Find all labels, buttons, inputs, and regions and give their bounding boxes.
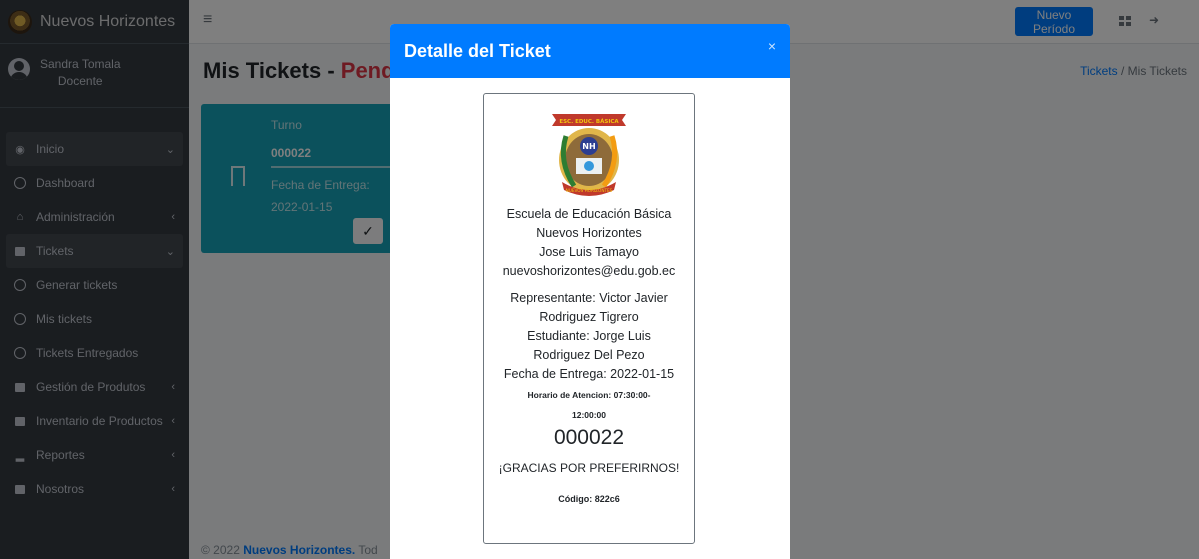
representante-line2: Rodriguez Tigrero (539, 310, 639, 324)
director-name: Jose Luis Tamayo (539, 245, 639, 259)
modal-title: Detalle del Ticket (404, 40, 551, 61)
logo-text-bottom: NUEVOS HORIZONTES (566, 188, 613, 193)
ticket-turno-number: 000022 (553, 426, 625, 449)
fecha-entrega: Fecha de Entrega: 2022-01-15 (503, 367, 675, 381)
ticket-receipt: ESC. EDUC. BÁSICA NH NUEVOS HORIZONTES E… (483, 93, 695, 544)
horario-line2: 12:00:00 (571, 410, 607, 420)
ticket-code: Código: 822c6 (558, 494, 620, 504)
logo-text-top: ESC. EDUC. BÁSICA (559, 118, 619, 125)
school-name-line1: Escuela de Educación Básica (506, 207, 672, 221)
close-icon[interactable]: × (768, 38, 776, 54)
estudiante-line1: Estudiante: Jorge Luis (527, 329, 651, 343)
estudiante-line2: Rodriguez Del Pezo (533, 348, 645, 362)
school-logo: ESC. EDUC. BÁSICA NH NUEVOS HORIZONTES (552, 114, 626, 196)
horario-line1: Horario de Atencion: 07:30:00- (527, 390, 651, 400)
school-email: nuevoshorizontes@edu.gob.ec (502, 264, 676, 278)
modal-header: Detalle del Ticket × (390, 24, 790, 78)
representante-line1: Representante: Victor Javier (510, 291, 668, 305)
thanks-message: ¡GRACIAS POR PREFERIRNOS! (498, 461, 680, 475)
ticket-detail-modal: Detalle del Ticket × ESC. EDUC. BÁSICA N… (390, 24, 790, 559)
logo-text-mid: NH (582, 142, 595, 151)
school-name-line2: Nuevos Horizontes (536, 226, 642, 240)
